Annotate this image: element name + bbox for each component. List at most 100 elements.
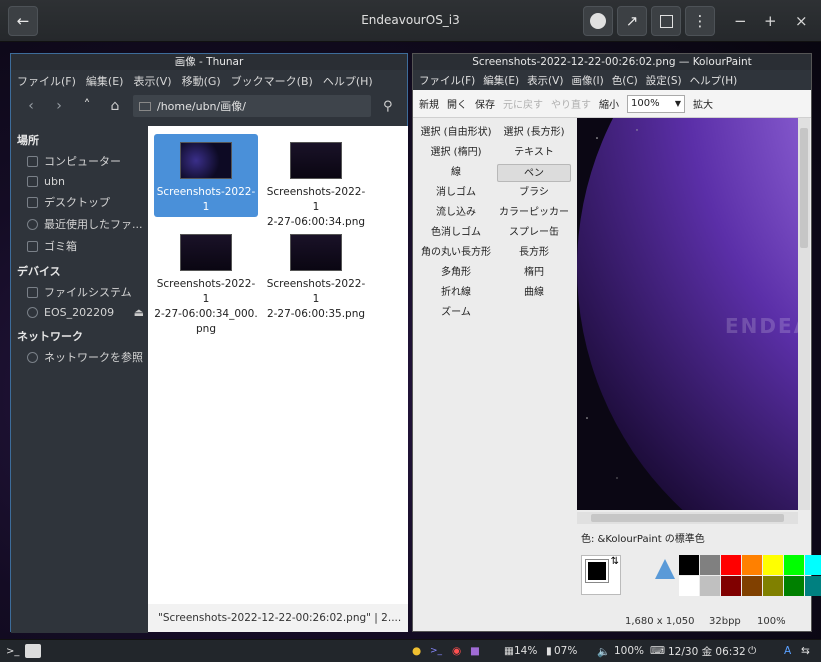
tool-button[interactable]: 選択 (自由形状) [419,124,493,142]
tool-button[interactable]: 楕円 [497,264,571,282]
close-button[interactable]: × [795,12,808,30]
file-item[interactable]: Screenshots-2022-1 2-22-00:26:02.png [154,134,258,228]
color-swatch[interactable] [805,555,821,575]
up-icon[interactable]: ˄ [73,98,101,114]
search-icon[interactable]: ⚲ [383,99,393,114]
window-icon[interactable] [651,6,681,36]
sidebar-item-filesystem[interactable]: ファイルシステム [11,281,148,303]
menu-go[interactable]: 移動(G) [182,73,221,89]
tool-button[interactable]: ズーム [419,304,493,322]
zoom-out-button[interactable]: 縮小 [599,96,619,111]
minimize-button[interactable]: − [734,12,747,30]
color-swatch[interactable] [700,555,720,575]
tool-button[interactable]: 角の丸い長方形 [419,244,493,262]
terminal-icon[interactable]: >_ [6,646,19,657]
maximize-button[interactable]: + [764,12,777,30]
file-item[interactable]: Screenshots-2022-1 2-27-06:00:34.png [264,134,368,228]
menu-file[interactable]: ファイル(F) [419,73,475,88]
tool-button[interactable]: テキスト [497,144,571,162]
keyboard-layout[interactable]: A [784,645,791,657]
zoom-in-button[interactable]: 拡大 [693,96,713,111]
tool-button[interactable]: 曲線 [497,284,571,302]
tool-button[interactable]: 消しゴム [419,184,493,202]
menu-file[interactable]: ファイル(F) [17,73,76,89]
sidebar-item-browse-network[interactable]: ネットワークを参照 [11,346,148,368]
sidebar-item-desktop[interactable]: デスクトップ [11,191,148,213]
color-swatch[interactable] [784,555,804,575]
menu-bookmarks[interactable]: ブックマーク(B) [231,73,313,89]
trash-icon [27,240,38,252]
image-canvas[interactable]: ENDEAVO [577,118,798,510]
save-button[interactable]: 保存 [475,96,495,111]
color-swatch[interactable] [742,576,762,596]
tool-button[interactable]: スプレー缶 [497,224,571,242]
menu-image[interactable]: 画像(I) [571,73,603,88]
tool-button[interactable]: 色消しゴム [419,224,493,242]
tool-button[interactable]: 折れ線 [419,284,493,302]
tray-terminal-icon[interactable]: >_ [430,646,442,656]
menu-help[interactable]: ヘルプ(H) [323,73,373,89]
menu-help[interactable]: ヘルプ(H) [690,73,738,88]
sidebar-item-trash[interactable]: ゴミ箱 [11,235,148,257]
file-item[interactable]: Screenshots-2022-1 2-27-06:00:35.png [264,226,368,320]
zoom-select[interactable]: 100% ▼ [627,94,685,113]
sidebar-item-eos[interactable]: EOS_202209 ⏏ [11,303,148,322]
open-button[interactable]: 開く [447,96,467,111]
sidebar-item-computer[interactable]: コンピューター [11,150,148,172]
redo-button[interactable]: やり直す [551,96,591,111]
tool-button[interactable]: 選択 (楕円) [419,144,493,162]
color-swatch[interactable] [700,576,720,596]
volume-icon[interactable]: 🔈 [597,645,610,658]
color-swatch[interactable] [805,576,821,596]
color-swatch[interactable] [784,576,804,596]
circle-icon[interactable] [583,6,613,36]
tool-button[interactable]: 選択 (長方形) [497,124,571,142]
color-swatch[interactable] [742,555,762,575]
menu-view[interactable]: 表示(V) [527,73,563,88]
location-bar[interactable]: /home/ubn/画像/ [133,95,371,117]
menu-colors[interactable]: 色(C) [612,73,638,88]
tool-button[interactable]: 流し込み [419,204,493,222]
color-swatch[interactable] [679,555,699,575]
tool-button[interactable]: ペン [497,164,571,182]
file-item[interactable]: Screenshots-2022-1 2-27-06:00:34_000. pn… [154,226,258,335]
tray-chat-icon[interactable]: ● [412,645,421,657]
foreground-background-swatch[interactable]: ⇅ [581,555,621,595]
menu-edit[interactable]: 編集(E) [483,73,519,88]
forward-icon[interactable]: › [45,98,73,114]
tray-shield-icon[interactable]: ◉ [452,645,461,657]
color-swatch[interactable] [679,576,699,596]
home-icon[interactable]: ⌂ [101,98,129,114]
undo-button[interactable]: 元に戻す [503,96,543,111]
horizontal-scrollbar[interactable] [577,512,798,524]
file-name-line: Screenshots-2022-1 [266,278,366,305]
color-swatch[interactable] [763,555,783,575]
color-swatch[interactable] [763,576,783,596]
menu-view[interactable]: 表示(V) [133,73,171,89]
color-similarity-icon[interactable] [655,559,675,579]
swap-colors-icon[interactable]: ⇅ [611,556,619,567]
vertical-scrollbar[interactable] [798,118,810,510]
tray-folder-icon[interactable]: ■ [470,645,480,657]
back-icon[interactable]: ‹ [17,98,45,114]
tool-button[interactable]: 長方形 [497,244,571,262]
power-icon[interactable]: ⏻ [748,645,756,658]
eject-icon[interactable]: ⏏ [134,306,144,319]
clock-icon [27,218,38,230]
kebab-menu-icon[interactable]: ⋮ [685,6,715,36]
tool-button[interactable]: 線 [419,164,493,182]
network-tray-icon[interactable]: ⇆ [801,645,810,657]
sidebar-item-recent[interactable]: 最近使用したファ... [11,213,148,235]
expand-icon[interactable]: ↗ [617,6,647,36]
tool-button[interactable]: カラーピッカー [497,204,571,222]
tool-button[interactable]: ブラシ [497,184,571,202]
menu-settings[interactable]: 設定(S) [646,73,682,88]
folder-icon [139,101,151,111]
tool-button[interactable]: 多角形 [419,264,493,282]
sidebar-item-home[interactable]: ubn [11,172,148,191]
menu-edit[interactable]: 編集(E) [86,73,124,89]
color-swatch[interactable] [721,576,741,596]
color-swatch[interactable] [721,555,741,575]
workspace-icon[interactable] [25,644,42,658]
new-button[interactable]: 新規 [419,96,439,111]
